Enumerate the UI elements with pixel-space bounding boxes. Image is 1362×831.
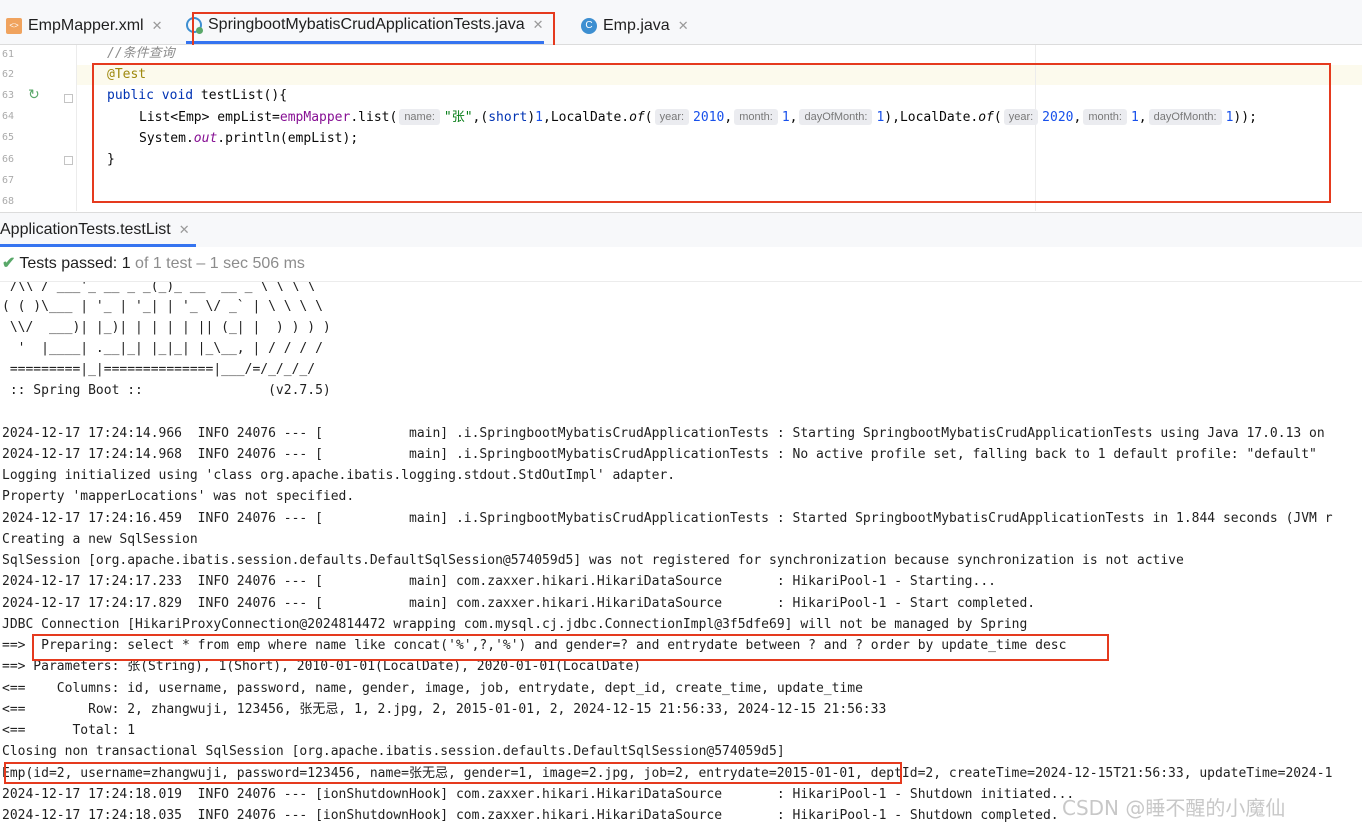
line-number: 62 [1, 69, 14, 80]
editor-gutter: 61 62 63 64 65 66 67 68 ↻ [0, 45, 77, 211]
console-line: 2024-12-17 17:24:16.459 INFO 24076 --- [… [2, 511, 1333, 526]
console-line: =========|_|==============|___/=/_/_/_/ [2, 362, 316, 377]
line-number: 63 [1, 90, 14, 101]
highlight-box-test-method [92, 63, 1331, 203]
run-tab-label: ApplicationTests.testList [0, 221, 171, 238]
line-number: 61 [1, 49, 14, 60]
run-tab-testlist[interactable]: ApplicationTests.testList ✕ [0, 213, 196, 247]
console-line: Logging initialized using 'class org.apa… [2, 468, 676, 483]
tab-label: EmpMapper.xml [28, 17, 144, 34]
tab-empmapper-xml[interactable]: <> EmpMapper.xml ✕ [6, 8, 163, 44]
status-detail: of 1 test – 1 sec 506 ms [135, 255, 305, 272]
fold-icon[interactable] [64, 94, 73, 103]
tab-emp-java[interactable]: C Emp.java ✕ [581, 8, 689, 44]
line-number: 68 [1, 196, 14, 207]
run-tool-window-tabs: ApplicationTests.testList ✕ [0, 212, 1362, 248]
status-prefix: Tests passed: [19, 255, 118, 272]
run-test-icon[interactable]: ↻ [28, 87, 42, 101]
console-line: \\/ ___)| |_)| | | | | || (_| | ) ) ) ) [2, 320, 331, 335]
console-line: SqlSession [org.apache.ibatis.session.de… [2, 553, 1184, 568]
console-line: 2024-12-17 17:24:14.966 INFO 24076 --- [… [2, 426, 1325, 441]
console-line: 2024-12-17 17:24:18.035 INFO 24076 --- [… [2, 808, 1059, 823]
xml-file-icon: <> [6, 18, 22, 34]
fold-icon[interactable] [64, 156, 73, 165]
console-line: ' |____| .__|_| |_|_| |_\__, | / / / / [2, 341, 323, 356]
console-line: 2024-12-17 17:24:14.968 INFO 24076 --- [… [2, 447, 1317, 462]
close-icon[interactable]: ✕ [152, 18, 163, 34]
line-number: 64 [1, 111, 14, 122]
test-status-bar: ✔ Tests passed: 1 of 1 test – 1 sec 506 m… [0, 247, 1362, 282]
console-line: :: Spring Boot :: (v2.7.5) [2, 383, 331, 398]
code-comment: //条件查询 [107, 46, 175, 61]
console-line: Closing non transactional SqlSession [or… [2, 744, 785, 759]
highlight-box-emp-result [4, 762, 902, 784]
console-line: Property 'mapperLocations' was not speci… [2, 489, 355, 504]
line-number: 65 [1, 132, 14, 143]
watermark-text: CSDN @睡不醒的小魔仙 [1062, 796, 1286, 820]
console-line: <== Row: 2, zhangwuji, 123456, 张无忌, 1, 2… [2, 702, 887, 717]
console-line: Creating a new SqlSession [2, 532, 198, 547]
console-line: ( ( )\___ | '_ | '_| | '_ \/ _` | \ \ \ … [2, 299, 323, 314]
status-count: 1 [121, 255, 131, 272]
highlight-box-sql-preparing [32, 634, 1109, 661]
console-line: JDBC Connection [HikariProxyConnection@2… [2, 617, 1028, 632]
line-number: 67 [1, 175, 14, 186]
console-output[interactable]: /\\ / ___'_ __ _ _(_)_ __ __ _ \ \ \ \ (… [0, 282, 1362, 831]
tab-label: Emp.java [603, 17, 670, 34]
console-line: <== Total: 1 [2, 723, 136, 738]
console-line: /\\ / ___'_ __ _ _(_)_ __ __ _ \ \ \ \ [2, 282, 316, 294]
line-number: 66 [1, 154, 14, 165]
console-line: <== Columns: id, username, password, nam… [2, 681, 863, 696]
close-icon[interactable]: ✕ [179, 222, 190, 237]
console-line: 2024-12-17 17:24:17.233 INFO 24076 --- [… [2, 574, 996, 589]
check-icon: ✔ [2, 255, 16, 272]
console-line: 2024-12-17 17:24:18.019 INFO 24076 --- [… [2, 787, 1075, 802]
console-line: 2024-12-17 17:24:17.829 INFO 24076 --- [… [2, 596, 1036, 611]
class-icon: C [581, 18, 597, 34]
close-icon[interactable]: ✕ [678, 18, 689, 34]
